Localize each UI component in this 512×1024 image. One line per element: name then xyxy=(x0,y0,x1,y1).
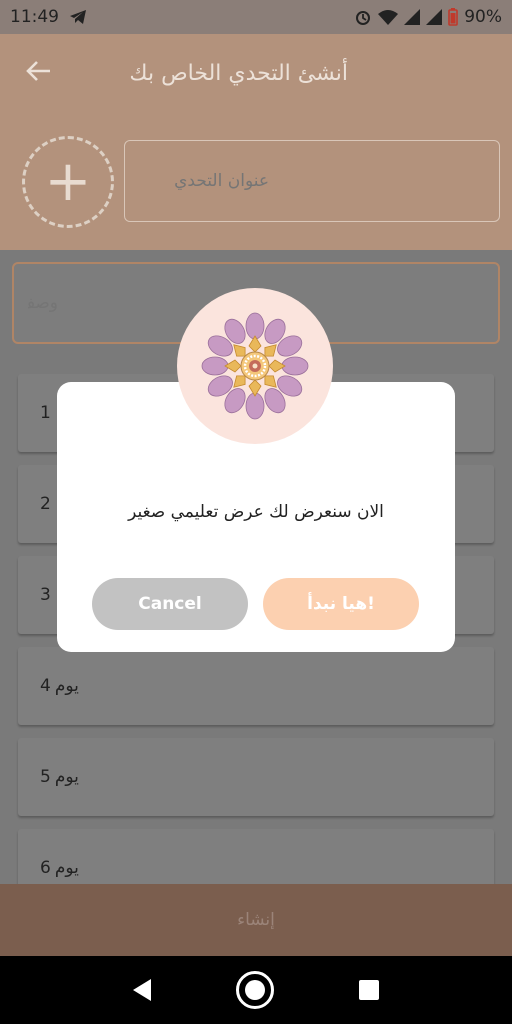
add-photo-button[interactable]: + xyxy=(22,136,114,228)
nav-back-icon[interactable] xyxy=(132,979,151,1001)
app-header: أنشئ التحدي الخاص بك + xyxy=(0,34,512,250)
start-button[interactable]: !هيا نبدأ xyxy=(263,578,419,630)
create-label: إنشاء xyxy=(237,910,275,930)
day-number: 5 xyxy=(40,767,51,787)
day-label: يوم xyxy=(54,767,79,787)
battery-level: 90% xyxy=(464,7,502,27)
cancel-button[interactable]: Cancel xyxy=(92,578,248,630)
day-label: يوم xyxy=(54,676,79,696)
add-icon: + xyxy=(44,149,92,214)
day-number: 3 xyxy=(40,585,51,605)
dialog-message: الان سنعرض لك عرض تعليمي صغير xyxy=(128,502,384,522)
clock: 11:49 xyxy=(10,7,59,27)
day-card[interactable]: 5 يوم xyxy=(18,738,494,816)
signal-icon xyxy=(404,9,421,25)
status-bar: 11:49 90% xyxy=(0,0,512,34)
day-number: 1 xyxy=(40,403,51,423)
challenge-title-input[interactable] xyxy=(124,140,500,222)
signal-icon xyxy=(426,9,443,25)
system-nav-bar xyxy=(0,956,512,1024)
battery-icon xyxy=(448,8,459,26)
alarm-icon xyxy=(356,11,371,25)
day-number: 2 xyxy=(40,494,51,514)
back-arrow-icon[interactable] xyxy=(24,56,64,91)
dialog-avatar xyxy=(177,288,333,444)
toolbar: أنشئ التحدي الخاص بك xyxy=(0,34,512,112)
nav-recents-icon[interactable] xyxy=(359,980,380,1000)
day-card[interactable]: 4 يوم xyxy=(18,647,494,725)
page-title: أنشئ التحدي الخاص بك xyxy=(129,60,348,86)
wifi-icon xyxy=(378,10,399,25)
day-label: يوم xyxy=(54,858,79,878)
mandala-icon xyxy=(201,312,309,420)
nav-home-icon[interactable] xyxy=(235,971,274,1009)
create-button[interactable]: إنشاء xyxy=(0,884,512,956)
day-number: 6 xyxy=(40,858,51,878)
day-number: 4 xyxy=(40,676,51,696)
telegram-icon xyxy=(70,10,86,24)
